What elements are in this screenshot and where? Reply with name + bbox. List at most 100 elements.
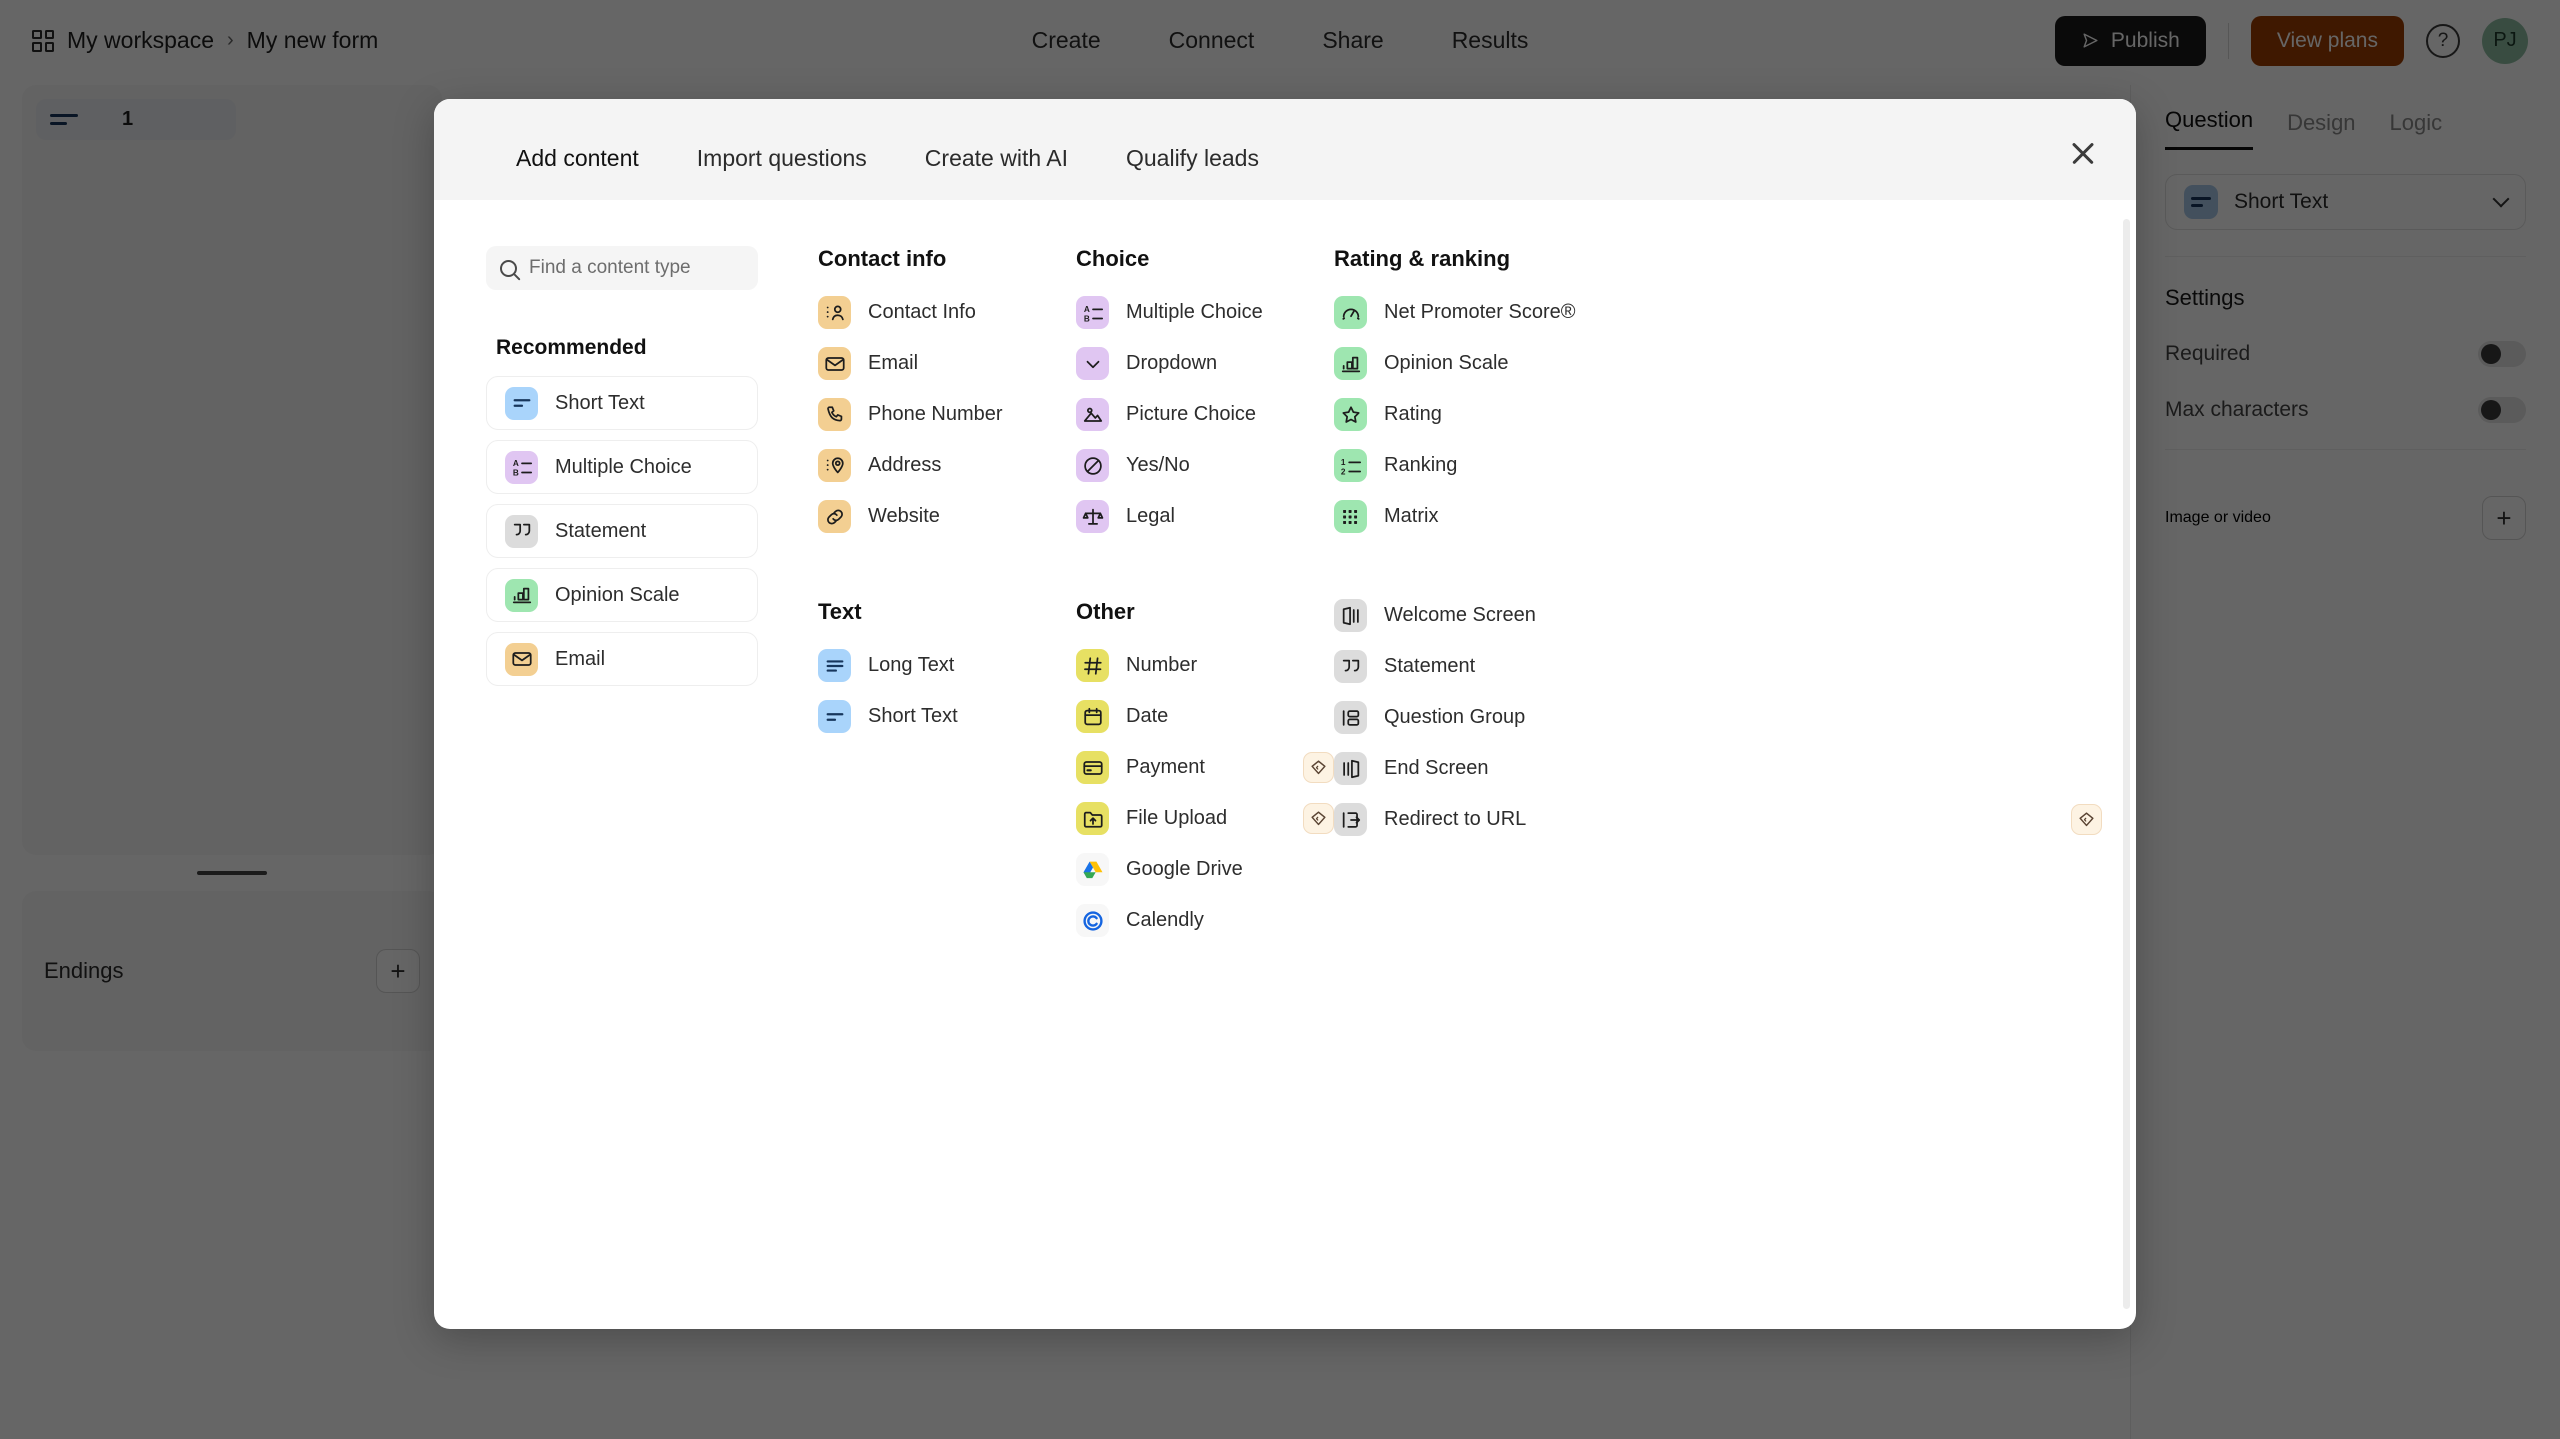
yes-no-icon [1076, 449, 1109, 482]
content-type-label: Address [868, 454, 942, 476]
content-type-label: Contact Info [868, 301, 976, 323]
content-type-payment[interactable]: Payment [1076, 751, 1334, 784]
content-type-label: Yes/No [1126, 454, 1190, 476]
content-type-ranking[interactable]: 1 2 Ranking [1334, 449, 2102, 482]
content-type-label: Short Text [868, 705, 958, 727]
content-type-grid: Contact info Contact Info Email Phone Numbe… [758, 246, 2136, 1329]
content-type-label: Statement [1384, 655, 1476, 677]
gauge-icon [1334, 296, 1367, 329]
recommended-item-label: Opinion Scale [555, 583, 680, 606]
content-type-label: Date [1126, 705, 1169, 727]
category-spacer [1334, 551, 2102, 599]
category-heading-rating-ranking: Rating & ranking [1334, 246, 1511, 271]
recommended-item-opinion-scale[interactable]: Opinion Scale [486, 568, 758, 622]
close-icon[interactable] [2066, 137, 2100, 171]
svg-text:B: B [512, 468, 518, 477]
content-type-rating[interactable]: Rating [1334, 398, 2102, 431]
multiple-choice-icon: AB [505, 450, 538, 484]
category-heading-choice: Choice [1076, 246, 1150, 271]
redirect-icon [1334, 803, 1367, 836]
svg-text:A: A [512, 459, 518, 468]
category-column-1: Contact info Contact Info Email Phone Numbe… [818, 246, 1076, 1329]
email-icon [818, 347, 851, 380]
content-type-label: File Upload [1126, 807, 1228, 829]
phone-icon [818, 398, 851, 431]
tab-qualify-leads[interactable]: Qualify leads [1122, 139, 1263, 178]
content-type-redirect-to-url[interactable]: Redirect to URL [1334, 803, 2102, 836]
statement-icon [1334, 650, 1367, 683]
tab-add-content[interactable]: Add content [512, 139, 643, 178]
content-type-matrix[interactable]: Matrix [1334, 500, 2102, 533]
modal-header: Add content Import questions Create with… [434, 99, 2136, 200]
content-type-label: Redirect to URL [1384, 808, 1527, 830]
short-text-icon [505, 386, 538, 420]
long-text-icon [818, 649, 851, 682]
content-type-label: End Screen [1384, 757, 1489, 779]
content-type-date[interactable]: Date [1076, 700, 1334, 733]
recommended-item-label: Multiple Choice [555, 455, 692, 478]
content-type-contact-info[interactable]: Contact Info [818, 296, 1076, 329]
content-type-label: Dropdown [1126, 352, 1218, 374]
content-type-label: Net Promoter Score® [1384, 301, 1576, 323]
content-type-statement[interactable]: Statement [1334, 650, 2102, 683]
opinion-scale-icon [1334, 347, 1367, 380]
content-type-question-group[interactable]: Question Group [1334, 701, 2102, 734]
content-type-phone-number[interactable]: Phone Number [818, 398, 1076, 431]
content-type-file-upload[interactable]: File Upload [1076, 802, 1334, 835]
content-type-number[interactable]: Number [1076, 649, 1334, 682]
google-drive-icon [1076, 853, 1109, 886]
question-group-icon [1334, 701, 1367, 734]
content-type-opinion-scale[interactable]: Opinion Scale [1334, 347, 2102, 380]
ranking-icon: 12 [1334, 449, 1367, 482]
svg-text:1: 1 [1340, 458, 1345, 467]
credit-card-icon [1076, 751, 1109, 784]
legal-scales-icon [1076, 500, 1109, 533]
content-type-net-promoter-score-[interactable]: Net Promoter Score® [1334, 296, 2102, 329]
recommended-item-short-text[interactable]: Short Text [486, 376, 758, 430]
modal-tabs: Add content Import questions Create with… [512, 139, 1263, 178]
content-type-email[interactable]: Email [818, 347, 1076, 380]
category-heading-contact-info: Contact info [818, 246, 947, 271]
content-type-website[interactable]: Website [818, 500, 1076, 533]
recommended-item-multiple-choice[interactable]: A B Multiple Choice [486, 440, 758, 494]
modal-scrollbar-thumb[interactable] [2123, 219, 2130, 1309]
address-icon [818, 449, 851, 482]
search-input[interactable]: Find a content type [486, 246, 758, 290]
content-type-label: Matrix [1384, 505, 1439, 527]
content-type-yes-no[interactable]: Yes/No [1076, 449, 1334, 482]
recommended-item-email[interactable]: Email [486, 632, 758, 686]
content-type-google-drive[interactable]: Google Drive [1076, 853, 1334, 886]
content-type-label: Picture Choice [1126, 403, 1257, 425]
content-type-calendly[interactable]: Calendly [1076, 904, 1334, 937]
content-type-address[interactable]: Address [818, 449, 1076, 482]
svg-text:B: B [1083, 314, 1089, 323]
content-type-welcome-screen[interactable]: Welcome Screen [1334, 599, 2102, 632]
content-type-label: Long Text [868, 654, 955, 676]
recommended-list: Short Text A B Multiple Choice Statement Opin… [486, 376, 758, 686]
content-type-dropdown[interactable]: Dropdown [1076, 347, 1334, 380]
statement-icon [505, 514, 538, 548]
search-placeholder: Find a content type [529, 257, 691, 278]
recommended-item-statement[interactable]: Statement [486, 504, 758, 558]
calendly-icon [1076, 904, 1109, 937]
content-type-end-screen[interactable]: End Screen [1334, 752, 2102, 785]
content-type-label: Legal [1126, 505, 1175, 527]
tab-create-with-ai[interactable]: Create with AI [921, 139, 1072, 178]
content-type-short-text[interactable]: Short Text [818, 700, 1076, 733]
premium-badge-icon [1303, 752, 1334, 783]
content-type-picture-choice[interactable]: Picture Choice [1076, 398, 1334, 431]
email-icon [505, 642, 538, 676]
website-link-icon [818, 500, 851, 533]
opinion-scale-icon [505, 578, 538, 612]
modal-scrollbar[interactable] [2123, 219, 2130, 1309]
matrix-icon [1334, 500, 1367, 533]
content-type-label: Phone Number [868, 403, 1003, 425]
content-type-long-text[interactable]: Long Text [818, 649, 1076, 682]
content-type-legal[interactable]: Legal [1076, 500, 1334, 533]
search-icon [500, 259, 517, 277]
content-type-multiple-choice[interactable]: A B Multiple Choice [1076, 296, 1334, 329]
tab-import-questions[interactable]: Import questions [693, 139, 871, 178]
end-screen-icon [1334, 752, 1367, 785]
recommended-item-label: Statement [555, 519, 647, 542]
recommended-item-label: Short Text [555, 391, 645, 414]
